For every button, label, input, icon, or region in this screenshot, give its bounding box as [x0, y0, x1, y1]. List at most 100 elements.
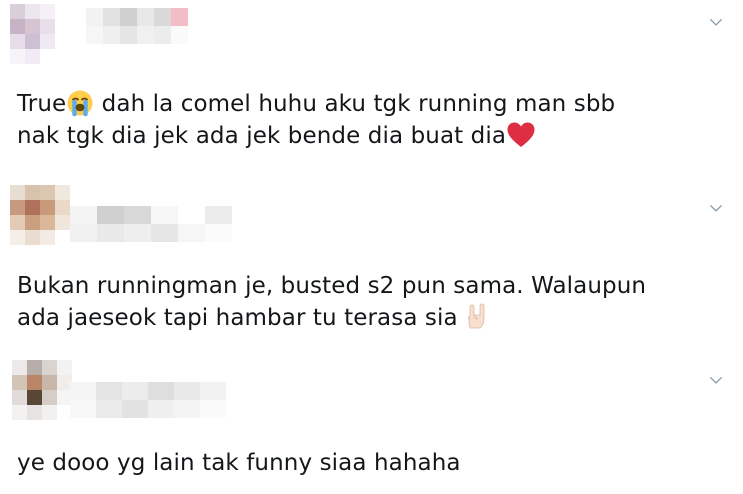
avatar-pixel	[10, 49, 25, 64]
username-pixel	[174, 400, 200, 418]
reply-text-line-2: ada jaeseok tapi hambar tu terasa sia	[17, 302, 646, 334]
avatar-pixel	[57, 360, 72, 375]
username-blurred[interactable]	[70, 206, 232, 242]
reply-text-segment: ada jaeseok tapi hambar tu terasa sia	[17, 305, 458, 331]
avatar-pixel	[27, 390, 42, 405]
username-pixel	[205, 224, 232, 242]
username-pixel	[70, 400, 96, 418]
avatar-pixel	[25, 200, 40, 215]
avatar-pixel	[10, 4, 25, 19]
username-pixel	[205, 206, 232, 224]
avatar-pixel	[55, 200, 70, 215]
avatar-pixel	[40, 215, 55, 230]
avatar-pixel	[12, 360, 27, 375]
username-pixel	[86, 8, 103, 26]
avatar-pixel	[55, 230, 70, 245]
avatar-pixel	[12, 375, 27, 390]
avatar-pixel	[25, 230, 40, 245]
avatar-pixel	[42, 405, 57, 420]
avatar-pixel	[10, 215, 25, 230]
more-options-chevron[interactable]	[705, 11, 727, 33]
username-pixel	[151, 206, 178, 224]
username-pixel	[154, 26, 171, 44]
avatar-pixel	[42, 390, 57, 405]
username-pixel	[96, 400, 122, 418]
username-pixel	[137, 8, 154, 26]
username-pixel	[122, 382, 148, 400]
sign-of-horns-emoji	[465, 303, 489, 331]
username-pixel	[178, 206, 205, 224]
reply-1: True dah la comel huhu aku tgk running m…	[0, 0, 743, 170]
username-pixel	[154, 8, 171, 26]
reply-text-line-1: True dah la comel huhu aku tgk running m…	[17, 88, 615, 120]
avatar-pixel	[40, 4, 55, 19]
username-pixel	[70, 382, 96, 400]
avatar-pixel	[10, 185, 25, 200]
chevron-down-icon	[710, 19, 722, 26]
avatar[interactable]	[10, 4, 70, 64]
username-pixel	[171, 8, 188, 26]
username-pixel	[124, 224, 151, 242]
reply-text-line-1: ye dooo yg lain tak funny siaa hahaha	[17, 450, 461, 476]
more-options-chevron[interactable]	[705, 369, 727, 391]
avatar-pixel	[25, 185, 40, 200]
avatar-pixel	[55, 215, 70, 230]
reply-2: Bukan runningman je, busted s2 pun sama.…	[0, 170, 743, 348]
username-pixel	[103, 8, 120, 26]
username-pixel	[103, 26, 120, 44]
username-pixel	[178, 224, 205, 242]
username-pixel	[171, 26, 188, 44]
avatar-pixel	[25, 49, 40, 64]
username-pixel	[124, 206, 151, 224]
username-blurred[interactable]	[86, 8, 190, 44]
avatar-pixel	[55, 185, 70, 200]
reply-text-line-2: nak tgk dia jek ada jek bende dia buat d…	[17, 120, 615, 152]
username-blurred[interactable]	[70, 382, 226, 418]
username-pixel	[120, 8, 137, 26]
username-pixel	[148, 400, 174, 418]
avatar-pixel	[27, 375, 42, 390]
reply-text: True dah la comel huhu aku tgk running m…	[17, 88, 615, 152]
username-pixel	[97, 224, 124, 242]
avatar-pixel	[40, 34, 55, 49]
avatar[interactable]	[12, 360, 72, 420]
avatar-pixel	[12, 390, 27, 405]
reply-text-line-1: Bukan runningman je, busted s2 pun sama.…	[17, 273, 647, 299]
username-pixel	[200, 400, 226, 418]
username-pixel	[97, 206, 124, 224]
avatar-pixel	[10, 34, 25, 49]
username-pixel	[148, 382, 174, 400]
reply-3: ye dooo yg lain tak funny siaa hahaha	[0, 348, 743, 494]
reply-text-segment: nak tgk dia jek ada jek bende dia buat d…	[17, 123, 507, 149]
chevron-down-icon	[710, 377, 722, 384]
username-pixel	[137, 26, 154, 44]
avatar-pixel	[25, 34, 40, 49]
avatar-pixel	[40, 185, 55, 200]
avatar[interactable]	[10, 185, 70, 245]
avatar-pixel	[55, 34, 70, 49]
avatar-pixel	[40, 19, 55, 34]
avatar-pixel	[40, 200, 55, 215]
reply-text: Bukan runningman je, busted s2 pun sama.…	[17, 270, 646, 334]
username-pixel	[174, 382, 200, 400]
avatar-pixel	[42, 375, 57, 390]
avatar-pixel	[27, 405, 42, 420]
username-pixel	[70, 224, 97, 242]
username-pixel	[70, 206, 97, 224]
username-pixel	[86, 26, 103, 44]
avatar-pixel	[10, 200, 25, 215]
more-options-chevron[interactable]	[705, 197, 727, 219]
avatar-pixel	[10, 230, 25, 245]
avatar-pixel	[55, 4, 70, 19]
avatar-pixel	[55, 19, 70, 34]
avatar-pixel	[25, 215, 40, 230]
avatar-pixel	[40, 230, 55, 245]
avatar-pixel	[25, 19, 40, 34]
chevron-down-icon	[710, 205, 722, 212]
username-pixel	[122, 400, 148, 418]
reply-text-segment: dah la comel huhu aku tgk running man sb…	[94, 91, 616, 117]
avatar-pixel	[42, 360, 57, 375]
red-heart-emoji	[506, 121, 536, 149]
avatar-pixel	[10, 19, 25, 34]
username-pixel	[96, 382, 122, 400]
